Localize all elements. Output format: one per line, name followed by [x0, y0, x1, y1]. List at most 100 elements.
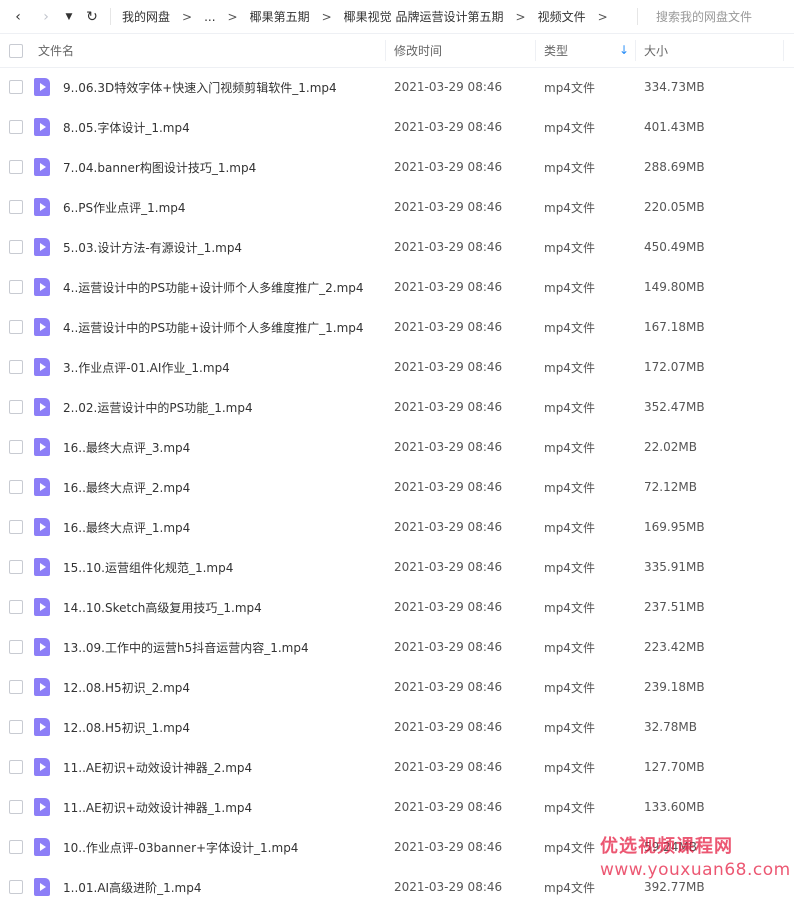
file-name[interactable]: 13..09.工作中的运营h5抖音运营内容_1.mp4	[63, 627, 309, 667]
file-name[interactable]: 14..10.Sketch高级复用技巧_1.mp4	[63, 587, 262, 627]
video-file-icon	[34, 118, 50, 136]
breadcrumb-item[interactable]: ...	[204, 10, 215, 24]
file-row[interactable]: 2..02.运营设计中的PS功能_1.mp4 2021-03-29 08:46 mp…	[0, 387, 794, 427]
row-checkbox[interactable]	[9, 320, 23, 334]
file-row[interactable]: 10..作业点评-03banner+字体设计_1.mp4 2021-03-29 0…	[0, 827, 794, 867]
column-header-name[interactable]: 文件名	[38, 34, 74, 67]
row-checkbox[interactable]	[9, 160, 23, 174]
file-name[interactable]: 7..04.banner构图设计技巧_1.mp4	[63, 147, 256, 187]
file-name[interactable]: 11..AE初识+动效设计神器_2.mp4	[63, 747, 252, 787]
file-type: mp4文件	[544, 760, 595, 775]
file-name[interactable]: 8..05.字体设计_1.mp4	[63, 107, 190, 147]
video-file-icon	[34, 358, 50, 376]
file-row[interactable]: 14..10.Sketch高级复用技巧_1.mp4 2021-03-29 08:4…	[0, 587, 794, 627]
row-checkbox[interactable]	[9, 400, 23, 414]
row-checkbox[interactable]	[9, 280, 23, 294]
row-checkbox[interactable]	[9, 360, 23, 374]
breadcrumb-item[interactable]: 椰果第五期	[250, 8, 310, 25]
file-row[interactable]: 15..10.运营组件化规范_1.mp4 2021-03-29 08:46 mp4文…	[0, 547, 794, 587]
file-row[interactable]: 11..AE初识+动效设计神器_2.mp4 2021-03-29 08:46 mp4…	[0, 747, 794, 787]
file-name[interactable]: 4..运营设计中的PS功能+设计师个人多维度推广_1.mp4	[63, 307, 364, 347]
file-type: mp4文件	[544, 400, 595, 415]
column-header-modified[interactable]: 修改时间	[394, 34, 442, 67]
file-row[interactable]: 5..03.设计方法-有源设计_1.mp4 2021-03-29 08:46 mp4…	[0, 227, 794, 267]
file-row[interactable]: 7..04.banner构图设计技巧_1.mp4 2021-03-29 08:46…	[0, 147, 794, 187]
file-row[interactable]: 13..09.工作中的运营h5抖音运营内容_1.mp4 2021-03-29 08…	[0, 627, 794, 667]
file-size: 352.47MB	[644, 400, 705, 414]
file-size: 237.51MB	[644, 600, 705, 614]
row-checkbox[interactable]	[9, 120, 23, 134]
file-name[interactable]: 2..02.运营设计中的PS功能_1.mp4	[63, 387, 253, 427]
file-row[interactable]: 4..运营设计中的PS功能+设计师个人多维度推广_2.mp4 2021-03-29…	[0, 267, 794, 307]
column-divider[interactable]	[783, 40, 784, 61]
file-size: 172.07MB	[644, 360, 705, 374]
file-row[interactable]: 8..05.字体设计_1.mp4 2021-03-29 08:46 mp4文件 401…	[0, 107, 794, 147]
row-checkbox[interactable]	[9, 680, 23, 694]
file-row[interactable]: 3..作业点评-01.AI作业_1.mp4 2021-03-29 08:46 mp4…	[0, 347, 794, 387]
select-all-checkbox[interactable]	[9, 44, 23, 58]
file-name[interactable]: 12..08.H5初识_1.mp4	[63, 707, 190, 747]
breadcrumb-separator-icon: >	[182, 9, 193, 24]
file-name[interactable]: 3..作业点评-01.AI作业_1.mp4	[63, 347, 230, 387]
row-checkbox[interactable]	[9, 240, 23, 254]
sort-arrow-icon[interactable]: ↓	[619, 43, 629, 57]
row-checkbox[interactable]	[9, 80, 23, 94]
video-file-icon	[34, 798, 50, 816]
column-divider[interactable]	[535, 40, 536, 61]
file-name[interactable]: 6..PS作业点评_1.mp4	[63, 187, 186, 227]
file-name[interactable]: 16..最终大点评_1.mp4	[63, 507, 190, 547]
file-name[interactable]: 5..03.设计方法-有源设计_1.mp4	[63, 227, 242, 267]
file-row[interactable]: 16..最终大点评_3.mp4 2021-03-29 08:46 mp4文件 22.0…	[0, 427, 794, 467]
back-icon[interactable]: ‹	[6, 0, 30, 33]
file-row[interactable]: 6..PS作业点评_1.mp4 2021-03-29 08:46 mp4文件 220.…	[0, 187, 794, 227]
file-size: 335.91MB	[644, 560, 705, 574]
file-size: 334.73MB	[644, 80, 705, 94]
search-input[interactable]	[656, 8, 788, 25]
file-name[interactable]: 4..运营设计中的PS功能+设计师个人多维度推广_2.mp4	[63, 267, 364, 307]
column-divider[interactable]	[385, 40, 386, 61]
row-checkbox[interactable]	[9, 720, 23, 734]
file-name[interactable]: 16..最终大点评_3.mp4	[63, 427, 190, 467]
file-row[interactable]: 12..08.H5初识_2.mp4 2021-03-29 08:46 mp4文件 23…	[0, 667, 794, 707]
file-name[interactable]: 1..01.AI高级进阶_1.mp4	[63, 867, 202, 907]
file-row[interactable]: 4..运营设计中的PS功能+设计师个人多维度推广_1.mp4 2021-03-29…	[0, 307, 794, 347]
breadcrumb-item[interactable]: 椰果视觉 品牌运营设计第五期	[344, 8, 504, 25]
file-name[interactable]: 12..08.H5初识_2.mp4	[63, 667, 190, 707]
file-row[interactable]: 11..AE初识+动效设计神器_1.mp4 2021-03-29 08:46 mp4…	[0, 787, 794, 827]
file-name[interactable]: 15..10.运营组件化规范_1.mp4	[63, 547, 233, 587]
column-divider[interactable]	[635, 40, 636, 61]
video-file-icon	[34, 598, 50, 616]
forward-icon[interactable]: ›	[34, 0, 58, 33]
file-name[interactable]: 10..作业点评-03banner+字体设计_1.mp4	[63, 827, 298, 867]
file-name[interactable]: 9..06.3D特效字体+快速入门视频剪辑软件_1.mp4	[63, 67, 337, 107]
row-checkbox[interactable]	[9, 640, 23, 654]
video-file-icon	[34, 678, 50, 696]
row-checkbox[interactable]	[9, 520, 23, 534]
file-row[interactable]: 16..最终大点评_2.mp4 2021-03-29 08:46 mp4文件 72.1…	[0, 467, 794, 507]
file-modified-time: 2021-03-29 08:46	[394, 400, 503, 414]
file-row[interactable]: 9..06.3D特效字体+快速入门视频剪辑软件_1.mp4 2021-03-29 …	[0, 67, 794, 107]
row-checkbox[interactable]	[9, 800, 23, 814]
breadcrumb-item[interactable]: 我的网盘	[122, 8, 170, 25]
file-modified-time: 2021-03-29 08:46	[394, 640, 503, 654]
row-checkbox[interactable]	[9, 480, 23, 494]
file-row[interactable]: 1..01.AI高级进阶_1.mp4 2021-03-29 08:46 mp4文件 3…	[0, 867, 794, 907]
row-checkbox[interactable]	[9, 600, 23, 614]
row-checkbox[interactable]	[9, 840, 23, 854]
file-row[interactable]: 12..08.H5初识_1.mp4 2021-03-29 08:46 mp4文件 32…	[0, 707, 794, 747]
refresh-icon[interactable]: ↻	[80, 0, 104, 33]
file-name[interactable]: 11..AE初识+动效设计神器_1.mp4	[63, 787, 252, 827]
row-checkbox[interactable]	[9, 880, 23, 894]
row-checkbox[interactable]	[9, 760, 23, 774]
row-checkbox[interactable]	[9, 440, 23, 454]
row-checkbox[interactable]	[9, 560, 23, 574]
history-dropdown-icon[interactable]: ▼	[58, 0, 80, 33]
row-checkbox[interactable]	[9, 200, 23, 214]
file-row[interactable]: 16..最终大点评_1.mp4 2021-03-29 08:46 mp4文件 169.…	[0, 507, 794, 547]
video-file-icon	[34, 558, 50, 576]
column-header-type[interactable]: 类型	[544, 34, 568, 67]
file-type: mp4文件	[544, 200, 595, 215]
breadcrumb-item[interactable]: 视频文件	[538, 8, 586, 25]
column-header-size[interactable]: 大小	[644, 34, 668, 67]
file-name[interactable]: 16..最终大点评_2.mp4	[63, 467, 190, 507]
